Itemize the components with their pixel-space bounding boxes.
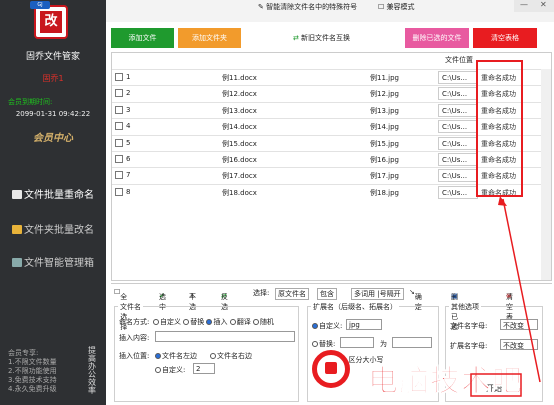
- annotation-arrow: [470, 196, 541, 397]
